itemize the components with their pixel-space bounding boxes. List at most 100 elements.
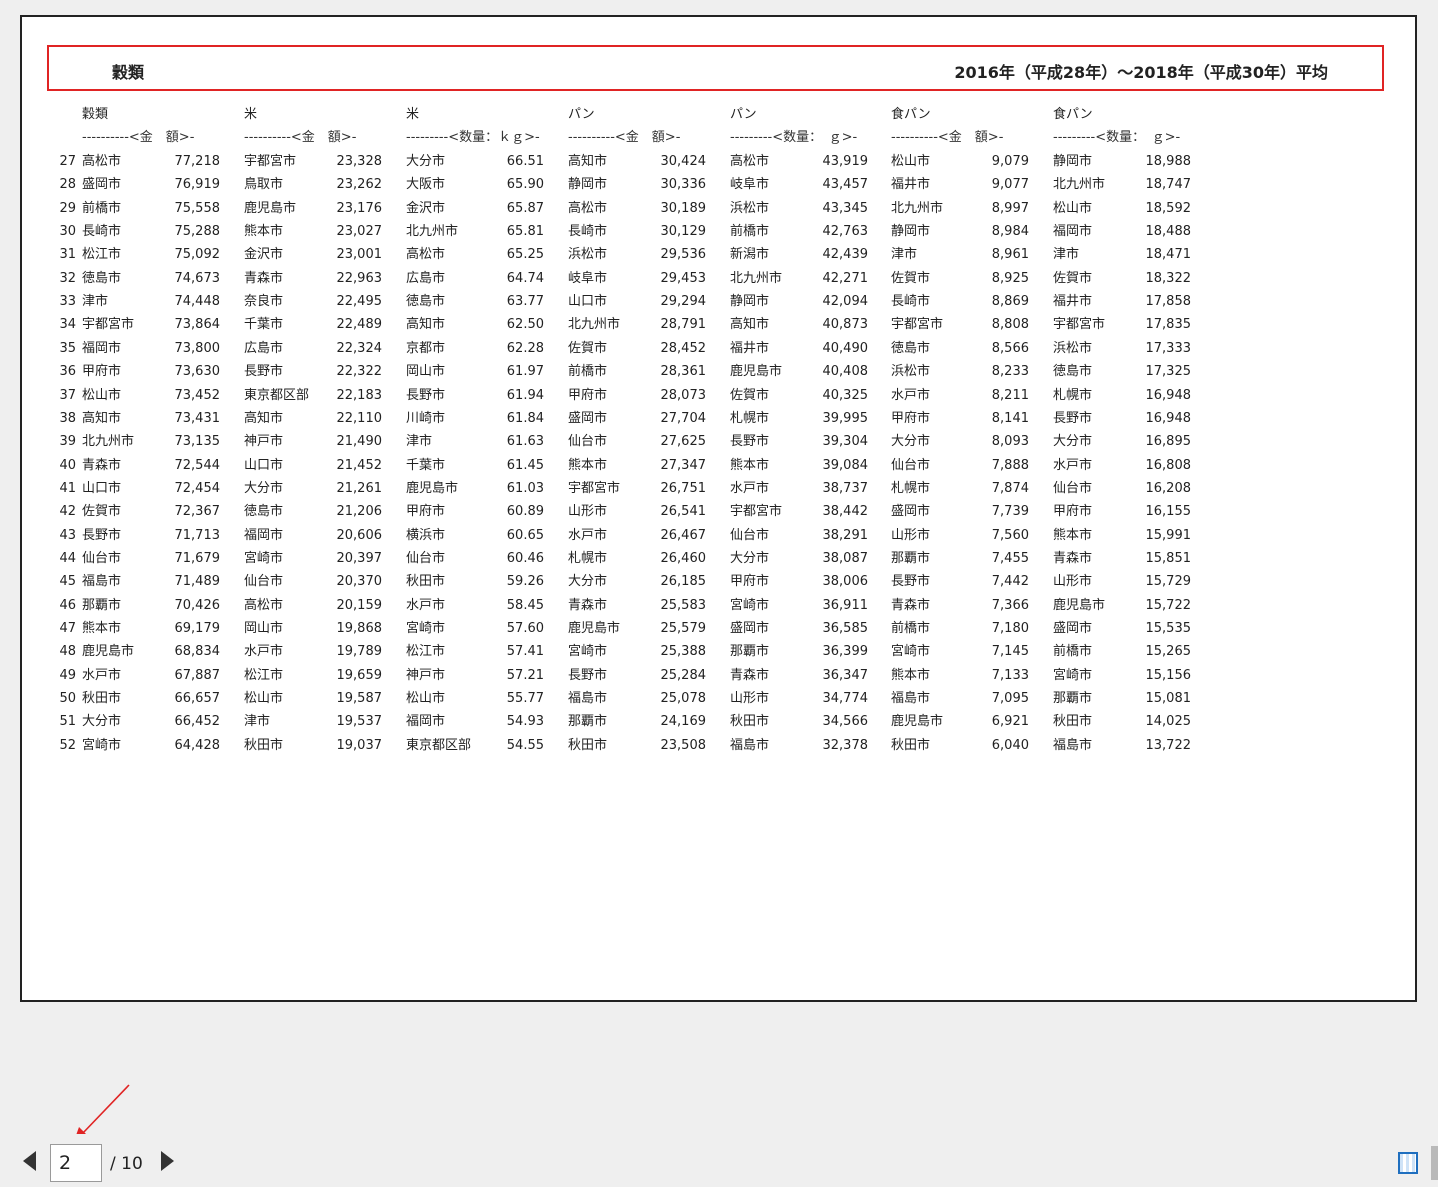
value-cell: 16,808 (1145, 458, 1192, 473)
city-name: 宇都宮市 (244, 154, 297, 169)
city-name: 千葉市 (406, 458, 446, 473)
city-name: 宮崎市 (568, 644, 608, 659)
city-name: 大分市 (82, 714, 122, 729)
city-name: 浜松市 (568, 247, 608, 262)
value-cell: 7,442 (991, 574, 1029, 589)
value-cell: 70,426 (174, 598, 221, 613)
city-name: 秋田市 (1053, 714, 1093, 729)
column-unit: ----------<金 額>- (891, 130, 1004, 145)
rank-number: 28 (59, 177, 76, 192)
city-name: 青森市 (1053, 551, 1093, 566)
city-name: 大阪市 (406, 177, 446, 192)
column-header: パン (730, 107, 757, 122)
city-name: 熊本市 (82, 621, 122, 636)
scrollbar-thumb[interactable] (1431, 1146, 1438, 1180)
city-name: 徳島市 (406, 294, 446, 309)
column-header: 米 (244, 107, 258, 122)
city-name: 水戸市 (244, 644, 284, 659)
city-name: 広島市 (406, 271, 446, 286)
city-name: 宇都宮市 (891, 317, 944, 332)
value-cell: 73,431 (174, 411, 221, 426)
city-name: 仙台市 (730, 528, 770, 543)
rank-number: 52 (59, 738, 76, 753)
document-page: 穀類 2016年（平成28年）～2018年（平成30年）平均 穀類 -------… (20, 15, 1417, 1002)
value-cell: 60.65 (506, 528, 544, 543)
rank-number: 46 (59, 598, 76, 613)
value-cell: 76,919 (174, 177, 221, 192)
value-cell: 19,537 (336, 714, 383, 729)
page-view-icon[interactable] (1398, 1152, 1418, 1174)
value-cell: 15,081 (1145, 691, 1192, 706)
value-cell: 17,333 (1145, 341, 1192, 356)
value-cell: 73,135 (174, 434, 221, 449)
value-cell: 39,995 (822, 411, 869, 426)
city-name: 福島市 (82, 574, 122, 589)
value-cell: 26,185 (660, 574, 707, 589)
value-cell: 40,873 (822, 317, 869, 332)
value-cell: 38,442 (822, 504, 869, 519)
value-cell: 21,206 (336, 504, 383, 519)
city-name: 津市 (891, 247, 918, 262)
value-cell: 25,583 (660, 598, 707, 613)
city-name: 神戸市 (244, 434, 284, 449)
city-name: 津市 (406, 434, 433, 449)
value-cell: 40,408 (822, 364, 869, 379)
page-number-input[interactable] (50, 1144, 102, 1182)
city-name: 熊本市 (244, 224, 284, 239)
city-name: 仙台市 (891, 458, 931, 473)
city-name: 甲府市 (730, 574, 770, 589)
city-name: 長崎市 (568, 224, 608, 239)
city-name: 金沢市 (406, 201, 446, 216)
value-cell: 27,704 (660, 411, 707, 426)
city-name: 仙台市 (406, 551, 446, 566)
column-unit: ----------<金 額>- (568, 130, 681, 145)
value-cell: 15,722 (1145, 598, 1192, 613)
city-name: 山形市 (891, 528, 931, 543)
value-cell: 73,630 (174, 364, 221, 379)
value-cell: 25,078 (660, 691, 707, 706)
city-name: 北九州市 (891, 201, 944, 216)
value-cell: 25,388 (660, 644, 707, 659)
value-cell: 42,094 (822, 294, 869, 309)
value-cell: 61.03 (506, 481, 544, 496)
column-header: パン (568, 107, 595, 122)
column-unit: ----------<金 額>- (82, 130, 195, 145)
value-cell: 57.21 (506, 668, 544, 683)
value-cell: 28,791 (660, 317, 707, 332)
city-name: 高松市 (244, 598, 284, 613)
value-cell: 6,040 (991, 738, 1029, 753)
city-name: 山口市 (568, 294, 608, 309)
value-cell: 8,141 (991, 411, 1029, 426)
value-cell: 7,366 (991, 598, 1029, 613)
value-cell: 15,851 (1145, 551, 1192, 566)
value-cell: 8,808 (991, 317, 1029, 332)
city-name: 那覇市 (730, 644, 770, 659)
rank-number: 40 (59, 458, 76, 473)
city-name: 徳島市 (82, 271, 122, 286)
value-cell: 39,084 (822, 458, 869, 473)
rank-number: 41 (59, 481, 76, 496)
city-name: 大分市 (730, 551, 770, 566)
value-cell: 65.87 (506, 201, 544, 216)
value-cell: 20,606 (336, 528, 383, 543)
previous-page-icon[interactable] (23, 1151, 36, 1171)
value-cell: 8,566 (991, 341, 1029, 356)
value-cell: 29,536 (660, 247, 707, 262)
city-name: 大分市 (568, 574, 608, 589)
value-cell: 15,535 (1145, 621, 1192, 636)
city-name: 宇都宮市 (568, 481, 621, 496)
city-name: 京都市 (406, 341, 446, 356)
next-page-icon[interactable] (161, 1151, 174, 1171)
city-name: 浜松市 (891, 364, 931, 379)
city-name: 新潟市 (730, 247, 770, 262)
value-cell: 66,657 (174, 691, 221, 706)
value-cell: 54.55 (506, 738, 544, 753)
city-name: 横浜市 (406, 528, 446, 543)
value-cell: 63.77 (506, 294, 544, 309)
city-name: 福島市 (730, 738, 770, 753)
value-cell: 28,073 (660, 388, 707, 403)
value-cell: 8,233 (991, 364, 1029, 379)
city-name: 鹿児島市 (244, 201, 297, 216)
city-name: 高松市 (82, 154, 122, 169)
value-cell: 7,560 (991, 528, 1029, 543)
